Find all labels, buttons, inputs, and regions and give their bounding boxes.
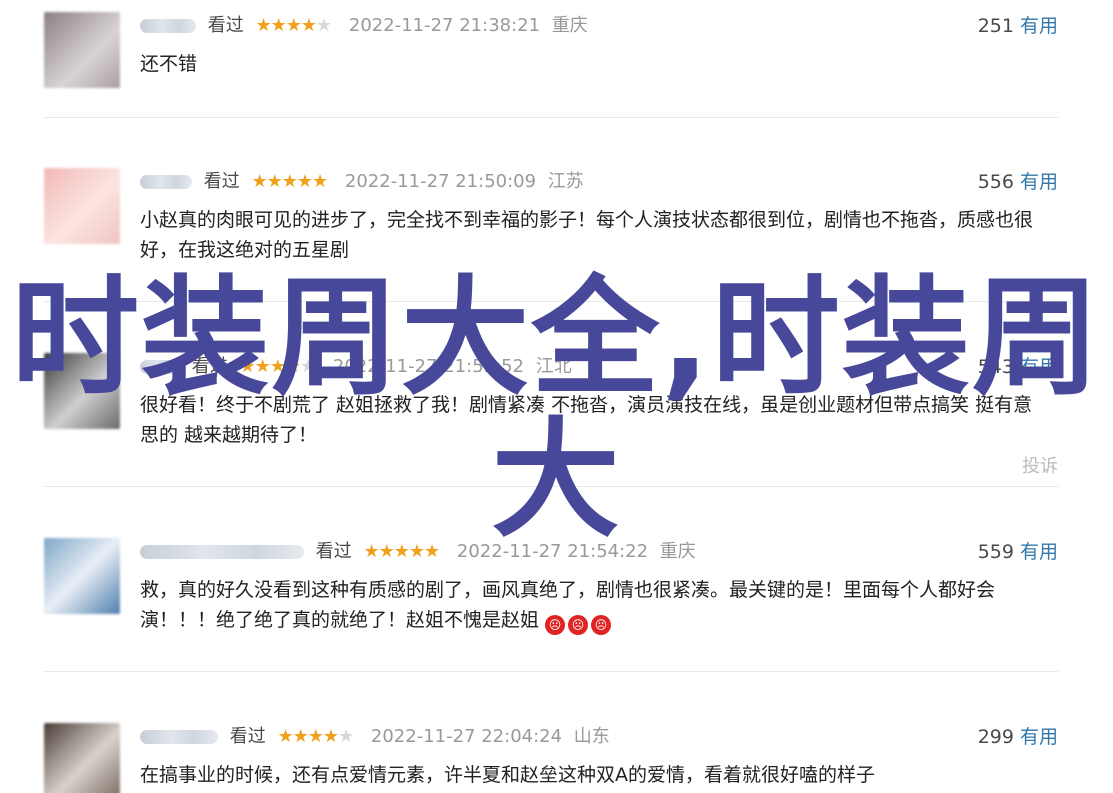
comment-time: 2022-11-27 21:53:52 [332,356,525,377]
comment-location: 山东 [573,726,610,747]
divider [44,671,1058,672]
rating-stars: ★★★★★ [277,726,354,747]
divider [44,486,1058,487]
divider [44,301,1058,302]
comment-text: 很好看！终于不剧荒了 赵姐拯救了我！剧情紧凑 不拖沓，演员演技在线，虽是创业题材… [140,394,1033,446]
angry-face-icon: ☹ [568,615,589,635]
avatar[interactable] [44,168,120,244]
avatar[interactable] [44,723,120,793]
watch-status: 看过 [229,726,266,747]
comment-list: 看过 ★★★★★ 2022-11-27 21:38:21 重庆 251 有用 还不… [0,0,1113,793]
avatar[interactable] [44,12,120,88]
rating-stars: ★★★★★ [239,356,316,377]
comment-location: 重庆 [659,541,696,562]
rating-stars: ★★★★★ [255,15,332,36]
vote-box: 299 有用 [978,723,1058,751]
angry-face-icon: ☹ [591,615,612,635]
username[interactable] [140,19,196,33]
avatar[interactable] [44,353,120,429]
vote-box: 251 有用 [978,12,1058,40]
divider [44,117,1058,118]
rating-stars: ★★★★★ [363,541,440,562]
report-button[interactable]: 投诉 [1022,452,1058,478]
comment-location: 江苏 [547,171,584,192]
angry-face-icon: ☹ [545,615,566,635]
username[interactable] [140,730,218,744]
comment-text: 小赵真的肉眼可见的进步了，完全找不到幸福的影子！每个人演技状态都很到位，剧情也不… [140,209,1034,261]
username[interactable] [140,360,180,374]
vote-box: 556 有用 [978,168,1058,196]
vote-count: 559 [977,541,1014,563]
comment-time: 2022-11-27 21:38:21 [348,15,541,36]
rating-stars: ★★★★★ [251,171,328,192]
comment-text: 在搞事业的时候，还有点爱情元素，许半夏和赵垒这种双A的爱情，看着就很好嗑的样子 [140,764,875,786]
vote-count: 556 [977,171,1014,193]
comment-text: 还不错 [140,53,198,75]
comment-location: 江北 [535,356,572,377]
vote-box: 559 有用 [978,538,1058,566]
useful-button[interactable]: 有用 [1020,726,1058,748]
vote-box: 543 有用 [978,353,1058,381]
watch-status: 看过 [315,541,352,562]
useful-button[interactable]: 有用 [1020,171,1058,193]
comment-text-wrap: 救，真的好久没看到这种有质感的剧了，画风真绝了，剧情也很紧凑。最关键的是！里面每… [140,575,1058,635]
comment-time: 2022-11-27 21:50:09 [344,171,537,192]
useful-button[interactable]: 有用 [1020,356,1058,378]
comment-location: 重庆 [551,15,588,36]
vote-count: 251 [977,15,1014,37]
useful-button[interactable]: 有用 [1020,15,1058,37]
comment-time: 2022-11-27 22:04:24 [370,726,563,747]
comment-time: 2022-11-27 21:54:22 [456,541,649,562]
username[interactable] [140,545,304,559]
watch-status: 看过 [191,356,228,377]
username[interactable] [140,175,192,189]
avatar[interactable] [44,538,120,614]
useful-button[interactable]: 有用 [1020,541,1058,563]
vote-count: 543 [977,356,1014,378]
watch-status: 看过 [203,171,240,192]
vote-count: 299 [977,726,1014,748]
watch-status: 看过 [207,15,244,36]
